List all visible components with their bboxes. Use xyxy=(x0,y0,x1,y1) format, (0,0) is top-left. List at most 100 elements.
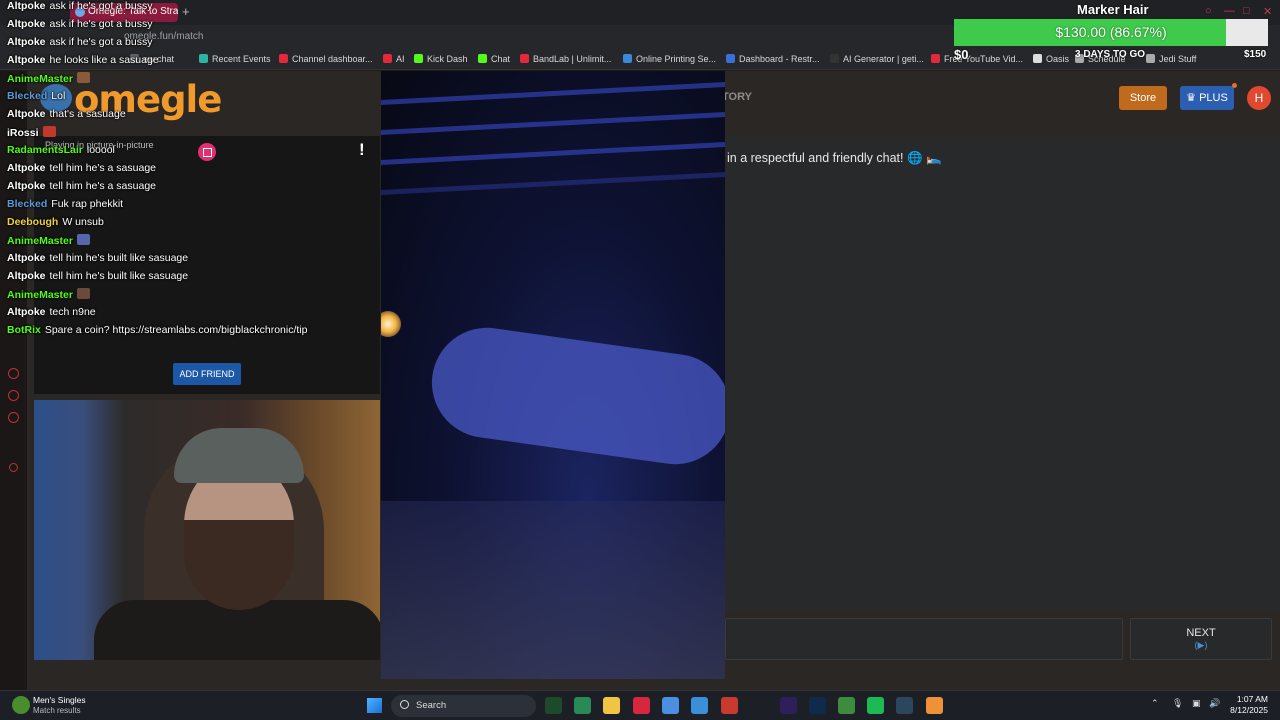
news-widget-title[interactable]: Men's Singles xyxy=(33,695,86,705)
bookmark-favicon-icon xyxy=(830,54,839,63)
minimize-icon[interactable]: — xyxy=(1224,5,1235,17)
chat-username: AnimeMaster xyxy=(7,235,73,247)
new-tab-button[interactable]: + xyxy=(182,4,190,19)
files-app-icon[interactable] xyxy=(574,697,591,714)
stranger-hand xyxy=(424,320,725,472)
chat-emote-icon xyxy=(76,72,90,83)
bookmark-item[interactable]: Free YouTube Vid... xyxy=(931,54,1023,64)
maximize-icon[interactable]: □ xyxy=(1243,5,1250,17)
next-button[interactable]: NEXT (▶) xyxy=(1130,618,1272,660)
goal-days-remaining: 3 DAYS TO GO xyxy=(1075,49,1146,60)
discord-app-icon[interactable] xyxy=(926,697,943,714)
chat-username: Blecked xyxy=(7,90,48,102)
chat-username: BotRix xyxy=(7,324,41,336)
chat-line: iRossi xyxy=(7,126,56,139)
photoshop-app-icon[interactable] xyxy=(809,697,826,714)
chat-username: Deebough xyxy=(7,216,59,228)
chat-line: Altpoke he looks like a sasuage xyxy=(7,54,159,66)
network-icon[interactable]: ▣ xyxy=(1192,698,1201,709)
user-avatar[interactable]: H xyxy=(1247,86,1271,110)
bookmark-item[interactable]: Kick Dash xyxy=(414,54,468,64)
xbox-app-icon[interactable] xyxy=(838,697,855,714)
opera-app-icon[interactable] xyxy=(633,697,650,714)
nav-history-link[interactable]: TORY xyxy=(722,91,752,103)
bookmark-item[interactable]: Recent Events xyxy=(199,54,271,64)
calendar-app-icon[interactable] xyxy=(721,697,738,714)
premiere-app-icon[interactable] xyxy=(780,697,797,714)
chrome-app-icon[interactable] xyxy=(662,697,679,714)
chat-line: Altpoke ask if he's got a bussy xyxy=(7,0,153,12)
bookmark-item[interactable]: Channel dashboar... xyxy=(279,54,373,64)
chat-message-text: W unsub xyxy=(62,216,104,228)
bookmark-item[interactable]: AI Generator | geti... xyxy=(830,54,924,64)
windows-start-icon[interactable] xyxy=(367,698,382,713)
bookmark-item[interactable]: Online Printing Se... xyxy=(623,54,716,64)
bookmark-item[interactable]: BandLab | Unlimit... xyxy=(520,54,611,64)
news-widget-icon[interactable] xyxy=(12,696,30,714)
chat-message-text: ask if he's got a bussy xyxy=(49,36,153,48)
audition-app-icon[interactable] xyxy=(545,697,562,714)
chat-message-text: looool xyxy=(86,144,115,156)
crown-icon: ♛ xyxy=(1186,92,1200,104)
photos-app-icon[interactable] xyxy=(691,697,708,714)
chat-username: Altpoke xyxy=(7,36,46,48)
chat-message-text: that's a sasuage xyxy=(49,108,126,120)
bookmark-favicon-icon xyxy=(726,54,735,63)
spotify-app-icon[interactable] xyxy=(867,697,884,714)
bookmark-label: Jedi Stuff xyxy=(1159,54,1197,64)
bookmark-label: AI xyxy=(396,54,405,64)
bookmark-label: Online Printing Se... xyxy=(636,54,717,64)
chat-username: Altpoke xyxy=(7,162,46,174)
chat-line: Altpoke tell him he's a sasuage xyxy=(7,180,156,192)
bookmark-favicon-icon xyxy=(478,54,487,63)
bookmark-item[interactable]: AI xyxy=(383,54,405,64)
clock-icon[interactable] xyxy=(8,368,19,379)
bookmark-favicon-icon xyxy=(1146,54,1155,63)
chat-username: Altpoke xyxy=(7,252,46,264)
tray-chevron-icon[interactable]: ⌃ xyxy=(1151,698,1159,709)
settings-icon[interactable] xyxy=(8,412,19,423)
store-button[interactable]: Store xyxy=(1119,86,1167,110)
bookmark-item[interactable]: Chat xyxy=(478,54,510,64)
steam-app-icon[interactable] xyxy=(896,697,913,714)
next-label: NEXT xyxy=(1186,627,1216,639)
bookmark-item[interactable]: Oasis xyxy=(1033,54,1069,64)
bookmark-favicon-icon xyxy=(383,54,392,63)
search-tabs-icon[interactable]: ○ xyxy=(1205,5,1212,17)
exit-pip-icon[interactable] xyxy=(198,143,216,161)
goal-progress-bar: $130.00 (86.67%) xyxy=(954,19,1268,46)
chat-line: Altpoke tell him he's a sasuage xyxy=(7,162,156,174)
next-shortcut-hint: (▶) xyxy=(1194,640,1208,650)
record-icon[interactable] xyxy=(9,463,18,472)
add-friend-button[interactable]: ADD FRIEND xyxy=(173,363,241,385)
bookmark-favicon-icon xyxy=(623,54,632,63)
plus-label: PLUS xyxy=(1199,92,1228,104)
chat-line: BotRix Spare a coin? https://streamlabs.c… xyxy=(7,324,307,336)
bookmark-label: Chat xyxy=(491,54,511,64)
plus-button[interactable]: ♛ PLUS xyxy=(1180,86,1234,110)
taskbar-search[interactable]: Search xyxy=(391,695,536,717)
chat-message-text: Spare a coin? https://streamlabs.com/big… xyxy=(44,324,308,336)
chat-username: Altpoke xyxy=(7,270,46,282)
chat-username: RadamentsLair xyxy=(7,144,83,156)
chat-line: Blecked Lol xyxy=(7,90,65,102)
light-stripe xyxy=(381,171,725,196)
bookmark-item[interactable]: Jedi Stuff xyxy=(1146,54,1196,64)
news-widget-subtitle[interactable]: Match results xyxy=(33,706,81,715)
volume-icon[interactable]: 🔊 xyxy=(1209,698,1220,709)
system-clock[interactable]: 1:07 AM 8/12/2025 xyxy=(1228,694,1268,716)
goal-max-label: $150 xyxy=(1244,49,1267,60)
chat-line: Altpoke tell him he's built like sasuage xyxy=(7,252,188,264)
bookmark-item[interactable]: Dashboard - Restr... xyxy=(726,54,820,64)
close-icon[interactable]: ✕ xyxy=(1263,5,1272,18)
history-icon[interactable] xyxy=(8,390,19,401)
bookmark-label: AI Generator | geti... xyxy=(843,54,924,64)
explorer-app-icon[interactable] xyxy=(603,697,620,714)
chat-message-input[interactable] xyxy=(725,618,1123,660)
chat-username: iRossi xyxy=(7,127,39,139)
bookmark-favicon-icon xyxy=(279,54,288,63)
microphone-icon[interactable]: 🎙 xyxy=(1172,698,1183,709)
bookmark-favicon-icon xyxy=(414,54,423,63)
report-icon[interactable]: ! xyxy=(359,140,365,160)
chat-line: Altpoke ask if he's got a bussy xyxy=(7,36,153,48)
